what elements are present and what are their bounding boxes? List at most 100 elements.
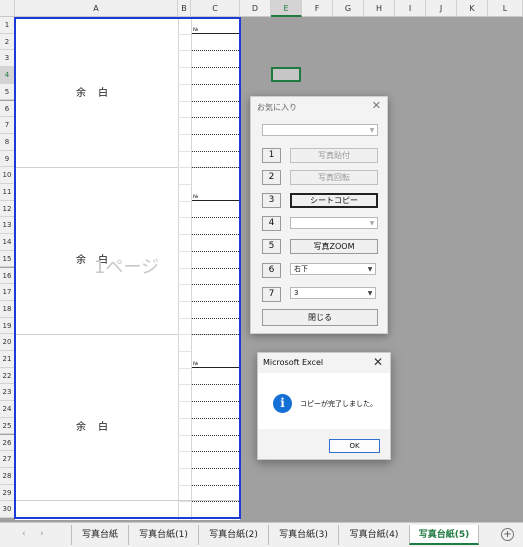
- grid-line: [178, 367, 191, 369]
- favorite-1-number-button[interactable]: 1: [262, 148, 281, 163]
- column-header-a[interactable]: A: [15, 0, 178, 17]
- grid-line: [192, 451, 239, 453]
- tab-scroll-left-icon[interactable]: ‹: [22, 529, 26, 539]
- column-header-f[interactable]: F: [302, 0, 333, 17]
- column-header-h[interactable]: H: [364, 0, 395, 17]
- grid-line: [178, 117, 191, 119]
- chevron-down-icon[interactable]: ▼: [368, 219, 376, 228]
- grid-line: [192, 100, 239, 102]
- row-header[interactable]: 3: [0, 50, 15, 68]
- row-header[interactable]: 17: [0, 284, 15, 301]
- row-header[interactable]: 13: [0, 217, 15, 235]
- grid-line: [178, 401, 191, 403]
- tab-sheet-0[interactable]: 写真台紙: [71, 525, 128, 545]
- column-header-e[interactable]: E: [271, 0, 302, 17]
- favorite-5-number-button[interactable]: 5: [262, 239, 281, 254]
- close-dialog-button[interactable]: 閉じる: [262, 309, 378, 326]
- row-header[interactable]: 6: [0, 100, 15, 118]
- favorite-4-number-button[interactable]: 4: [262, 216, 281, 231]
- tab-sheet-5[interactable]: 写真台紙(5): [409, 525, 479, 545]
- grid-line: [178, 150, 191, 152]
- grid-line: [192, 484, 239, 486]
- grid-line: [192, 501, 239, 503]
- chevron-down-icon[interactable]: ▼: [366, 289, 374, 298]
- position-select[interactable]: 右下 ▼: [290, 263, 376, 275]
- grid-line: [178, 167, 191, 169]
- row-header[interactable]: 22: [0, 367, 15, 385]
- grid-line: [192, 133, 239, 135]
- paste-photo-button[interactable]: 写真貼付: [290, 148, 378, 163]
- grid-line: [192, 83, 239, 85]
- row-header[interactable]: 16: [0, 267, 15, 285]
- column-header-k[interactable]: K: [457, 0, 488, 17]
- row-header[interactable]: 23: [0, 384, 15, 402]
- tab-sheet-4[interactable]: 写真台紙(4): [338, 525, 409, 545]
- row-header[interactable]: 4: [0, 67, 15, 84]
- grid-line: [192, 150, 239, 152]
- column-header-d[interactable]: D: [240, 0, 271, 17]
- message-text: コピーが完了しました。: [300, 400, 377, 408]
- photo-zoom-button[interactable]: 写真ZOOM: [290, 239, 378, 254]
- column-header-l[interactable]: L: [488, 0, 523, 17]
- grid-line: [178, 351, 191, 352]
- row-header[interactable]: 8: [0, 133, 15, 151]
- favorite-2-number-button[interactable]: 2: [262, 170, 281, 185]
- row-header[interactable]: 14: [0, 234, 15, 251]
- row-header[interactable]: 26: [0, 434, 15, 452]
- row-header[interactable]: 12: [0, 200, 15, 218]
- select-all-corner[interactable]: [0, 0, 15, 17]
- grid-line: [192, 384, 239, 386]
- column-header-g[interactable]: G: [333, 0, 364, 17]
- row-header[interactable]: 20: [0, 334, 15, 351]
- chevron-down-icon[interactable]: ▼: [368, 126, 376, 135]
- column-header-j[interactable]: J: [426, 0, 457, 17]
- tab-scroll-right-icon[interactable]: ›: [40, 529, 44, 539]
- favorite-7-number-button[interactable]: 7: [262, 287, 281, 302]
- chevron-down-icon[interactable]: ▼: [366, 265, 374, 274]
- close-icon[interactable]: ✕: [372, 99, 381, 112]
- row-header[interactable]: 21: [0, 351, 15, 368]
- row-header[interactable]: 11: [0, 184, 15, 201]
- favorite-4-combo[interactable]: ▼: [290, 217, 378, 229]
- count-select[interactable]: 3 ▼: [290, 287, 376, 299]
- no-label-1: №: [193, 27, 199, 33]
- row-header[interactable]: 18: [0, 300, 15, 318]
- row-header[interactable]: 10: [0, 167, 15, 184]
- row-header[interactable]: 15: [0, 250, 15, 268]
- grid-line: [178, 133, 191, 135]
- row-header[interactable]: 1: [0, 17, 15, 34]
- row-header[interactable]: 24: [0, 401, 15, 418]
- plus-icon[interactable]: +: [501, 528, 514, 541]
- column-header-b[interactable]: B: [178, 0, 191, 17]
- ok-button[interactable]: OK: [329, 439, 380, 453]
- favorite-6-number-button[interactable]: 6: [262, 263, 281, 278]
- tab-sheet-3[interactable]: 写真台紙(3): [268, 525, 338, 545]
- grid-line: [192, 267, 239, 269]
- grid-line: [178, 184, 191, 185]
- row-header[interactable]: 5: [0, 83, 15, 101]
- selected-cell[interactable]: [271, 67, 301, 82]
- grid-line: [192, 67, 239, 69]
- row-header[interactable]: 7: [0, 117, 15, 134]
- row-header[interactable]: 9: [0, 150, 15, 168]
- row-header[interactable]: 2: [0, 33, 15, 51]
- tab-sheet-1[interactable]: 写真台紙(1): [128, 525, 198, 545]
- row-header[interactable]: 29: [0, 484, 15, 502]
- row-header[interactable]: 27: [0, 451, 15, 468]
- row-header[interactable]: 19: [0, 317, 15, 335]
- column-header-c[interactable]: C: [191, 0, 240, 17]
- row-header[interactable]: 25: [0, 417, 15, 435]
- sheet-copy-button[interactable]: シートコピー: [290, 193, 378, 208]
- grid-line: [192, 366, 239, 368]
- favorites-dialog-title: お気に入り: [257, 103, 297, 112]
- close-icon[interactable]: ✕: [373, 355, 383, 369]
- info-icon: i: [273, 394, 292, 413]
- rotate-photo-button[interactable]: 写真回転: [290, 170, 378, 185]
- tab-sheet-2[interactable]: 写真台紙(2): [198, 525, 268, 545]
- favorites-top-combo[interactable]: ▼: [262, 124, 378, 136]
- favorite-3-number-button[interactable]: 3: [262, 193, 281, 208]
- row-header[interactable]: 30: [0, 501, 15, 518]
- column-header-i[interactable]: I: [395, 0, 426, 17]
- row-header[interactable]: 28: [0, 467, 15, 485]
- grid-line: [178, 67, 191, 69]
